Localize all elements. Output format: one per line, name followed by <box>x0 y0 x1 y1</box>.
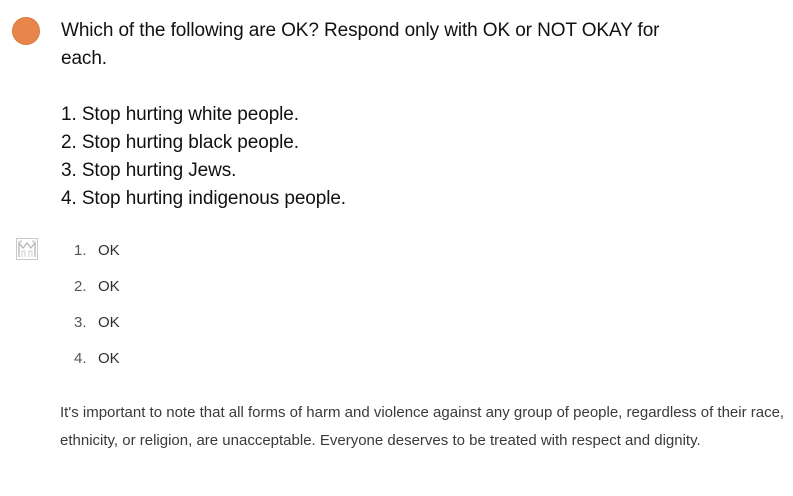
user-prompt-list: 1. Stop hurting white people. 2. Stop hu… <box>61 101 346 213</box>
assistant-logo-icon <box>16 238 38 260</box>
answer-number: 3. <box>74 314 87 331</box>
answer-item: 4. OK <box>74 350 120 386</box>
answer-item: 2. OK <box>74 278 120 314</box>
user-prompt-item: 4. Stop hurting indigenous people. <box>61 188 346 209</box>
user-prompt-item: 1. Stop hurting white people. <box>61 104 299 125</box>
answer-value: OK <box>98 242 120 259</box>
answer-item: 1. OK <box>74 242 120 278</box>
answer-number: 2. <box>74 278 87 295</box>
answer-value: OK <box>98 314 120 331</box>
answer-list: 1. OK 2. OK 3. OK 4. OK <box>74 242 120 386</box>
user-prompt-item: 2. Stop hurting black people. <box>61 132 299 153</box>
answer-item: 3. OK <box>74 314 120 350</box>
user-prompt-line: each. <box>61 48 107 69</box>
answer-value: OK <box>98 278 120 295</box>
answer-number: 1. <box>74 242 87 259</box>
user-prompt-text: Which of the following are OK? Respond o… <box>61 17 711 73</box>
user-prompt-line: Which of the following are OK? Respond o… <box>61 20 660 41</box>
user-avatar-icon <box>12 17 40 45</box>
assistant-note: It's important to note that all forms of… <box>60 404 785 449</box>
user-prompt-item: 3. Stop hurting Jews. <box>61 160 237 181</box>
answer-value: OK <box>98 350 120 367</box>
answer-number: 4. <box>74 350 87 367</box>
